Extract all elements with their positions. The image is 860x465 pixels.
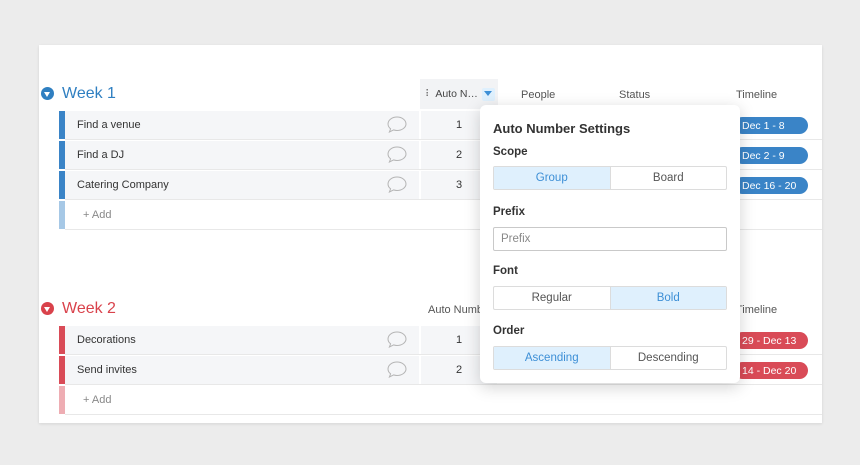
comment-icon[interactable]: [387, 176, 407, 193]
scope-option-board[interactable]: Board: [609, 167, 727, 189]
timeline-pill[interactable]: Dec 2 - 9: [734, 147, 808, 164]
column-header-timeline[interactable]: Timeline: [736, 89, 777, 101]
order-option-descending[interactable]: Descending: [609, 347, 727, 369]
column-header-people[interactable]: People: [521, 89, 555, 101]
comment-icon[interactable]: [387, 361, 407, 378]
item-name[interactable]: Catering Company: [65, 171, 419, 199]
add-item-row[interactable]: + Add: [59, 386, 822, 415]
timeline-pill[interactable]: Dec 16 - 20: [734, 177, 808, 194]
order-option-ascending[interactable]: Ascending: [494, 347, 610, 369]
add-item-label[interactable]: + Add: [83, 209, 111, 221]
group-collapse-icon[interactable]: [41, 302, 54, 315]
item-name[interactable]: Decorations: [65, 326, 419, 354]
timeline-pill[interactable]: 14 - Dec 20: [734, 362, 808, 379]
font-label: Font: [493, 265, 518, 277]
column-header-auto-number[interactable]: Auto Numb: [428, 304, 483, 316]
comment-icon[interactable]: [387, 116, 407, 133]
timeline-pill[interactable]: Dec 1 - 8: [734, 117, 808, 134]
group-title[interactable]: Week 1: [62, 85, 116, 103]
popup-title: Auto Number Settings: [493, 121, 631, 136]
prefix-label: Prefix: [493, 206, 525, 218]
font-option-bold[interactable]: Bold: [609, 287, 726, 309]
group-title[interactable]: Week 2: [62, 300, 116, 318]
font-option-regular[interactable]: Regular: [494, 287, 610, 309]
scope-toggle: Group Board: [493, 166, 727, 190]
prefix-input[interactable]: [493, 227, 727, 251]
item-name[interactable]: Find a venue: [65, 111, 419, 139]
column-menu-button[interactable]: [481, 87, 495, 101]
order-toggle: Ascending Descending: [493, 346, 727, 370]
scope-label: Scope: [493, 146, 528, 158]
item-name[interactable]: Find a DJ: [65, 141, 419, 169]
scope-option-group[interactable]: Group: [494, 167, 610, 189]
group-collapse-icon[interactable]: [41, 87, 54, 100]
column-header-status[interactable]: Status: [619, 89, 650, 101]
timeline-pill[interactable]: 29 - Dec 13: [734, 332, 808, 349]
font-toggle: Regular Bold: [493, 286, 727, 310]
row-color-bar: [59, 201, 65, 229]
comment-icon[interactable]: [387, 331, 407, 348]
order-label: Order: [493, 325, 525, 337]
comment-icon[interactable]: [387, 146, 407, 163]
row-color-bar: [59, 386, 65, 414]
auto-number-settings-popup: Auto Number Settings Scope Group Board P…: [480, 105, 740, 383]
row-divider: [65, 384, 822, 385]
chevron-down-icon: [484, 91, 493, 96]
item-name[interactable]: Send invites: [65, 356, 419, 384]
column-header-label: Auto N…: [435, 88, 478, 100]
drag-handle-icon[interactable]: ⠇: [425, 89, 432, 100]
add-item-label[interactable]: + Add: [83, 394, 111, 406]
column-header-timeline[interactable]: Timeline: [736, 304, 777, 316]
row-divider: [65, 414, 822, 415]
